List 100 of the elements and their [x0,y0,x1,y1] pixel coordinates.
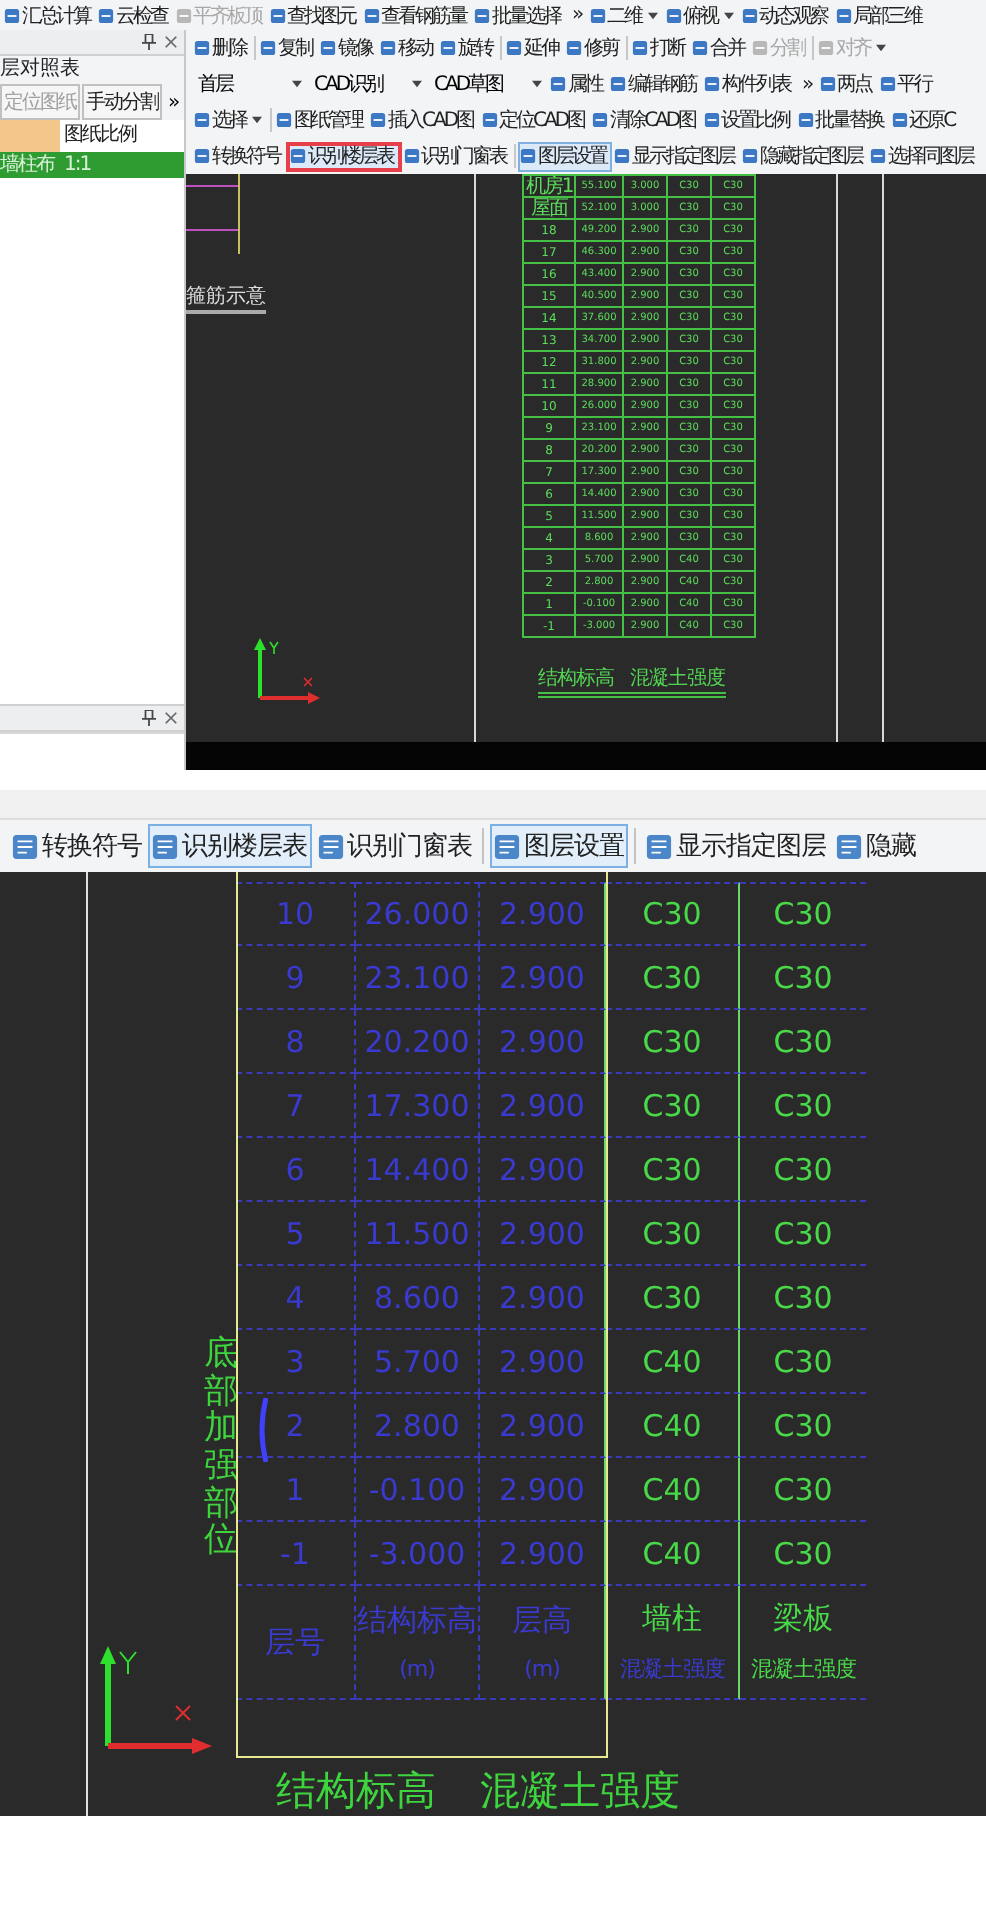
table-cell: 2.900 [480,1394,606,1458]
square-icon [566,40,582,56]
square-icon [194,40,210,56]
square-icon [403,148,419,164]
square-icon [752,40,768,56]
table-cell: C40 [606,1330,740,1394]
toolbar-button[interactable]: 平行 [877,69,938,99]
toolbar-button[interactable]: 识别门窗表 [401,141,512,171]
toolbar-button[interactable]: 构件列表 [702,69,796,99]
column-header: 结构标高 [357,1602,477,1640]
square-icon [494,833,520,859]
toolbar-button[interactable]: 编辑钢筋 [608,69,702,99]
square-icon [363,7,379,23]
toolbar-button[interactable]: 局部三维 [833,0,928,30]
square-icon [891,112,908,128]
toolbar-button[interactable]: 查找图元 [267,0,361,30]
table-cell: C30 [606,1202,740,1266]
table-cell: 2.900 [480,1010,606,1074]
square-icon [692,40,708,56]
toolbar-button[interactable]: 汇总计算 [2,0,96,30]
toolbar-button[interactable]: 图层设置 [518,141,612,171]
square-icon [380,40,396,56]
toolbar-button[interactable]: 图纸管理 [274,105,368,135]
square-icon [589,7,606,23]
overflow-chevron[interactable]: » [164,91,181,113]
pin-icon[interactable] [142,710,156,726]
toolbar-button[interactable]: 旋转 [438,33,498,63]
column-unit: (m) [524,1656,560,1682]
square-icon [12,833,38,859]
table-cell: -3.000 [356,1522,480,1586]
toolbar-button[interactable]: 属性 [548,69,608,99]
toolbar-button[interactable]: 插入CAD图 [368,105,480,135]
table-cell: 2.900 [480,1138,606,1202]
square-icon [797,112,814,128]
square-icon [703,112,720,128]
table-cell: 8.600 [356,1266,480,1330]
toolbar-button[interactable]: 查看钢筋量 [361,0,472,30]
pin-icon[interactable] [142,34,156,50]
toolbar-button[interactable]: 俯视 [663,0,740,30]
toolbar-button[interactable]: 删除 [192,33,252,63]
table-cell: -0.100 [356,1458,480,1522]
table-cell: C30 [740,1458,866,1522]
toolbar-button[interactable]: 选择同图层 [868,141,979,171]
toolbar-button[interactable]: 转换符号 [8,824,146,868]
drawing-label: 箍筋示意 [186,282,266,314]
close-icon[interactable] [164,710,178,726]
toolbar-button[interactable]: 识别门窗表 [313,824,476,868]
table-cell: 2 [236,1394,356,1458]
toolbar-button[interactable]: 隐藏指定图层 [740,141,868,171]
toolbar-button[interactable]: 镜像 [318,33,378,63]
table-cell: 2.900 [480,1458,606,1522]
toolbar-button[interactable]: 移动 [378,33,438,63]
axis-indicator-icon [252,634,324,706]
column-unit: 混凝土强度 [619,1654,725,1684]
toolbar-button[interactable]: 批量选择 [472,0,566,30]
toolbar-button[interactable]: 显示指定图层 [642,824,830,868]
toolbar-button[interactable]: 识别楼层表 [286,141,401,171]
table-cell: 17.300 [356,1074,480,1138]
column-unit: (m) [399,1656,435,1682]
overflow-chevron[interactable]: » [796,73,818,95]
square-icon [835,7,852,23]
table-cell: C30 [740,1138,866,1202]
table-cell: C30 [606,1010,740,1074]
panel-button[interactable]: 手动分割 [82,84,162,120]
square-icon [742,148,758,164]
close-icon[interactable] [164,34,178,50]
toolbar-button[interactable]: 转换符号 [192,141,286,171]
toolbar-button[interactable]: 两点 [817,69,878,99]
table-cell: 5.700 [356,1330,480,1394]
toolbar-button[interactable]: 识别楼层表 [148,824,311,868]
toolbar-button[interactable]: 动态观察 [739,0,834,30]
table-cell: 2.900 [480,1522,606,1586]
table-cell: C30 [740,882,866,946]
table-caption: 混凝土强度 [480,1764,680,1816]
toolbar-button[interactable]: 打断 [630,33,690,63]
table-cell: 1 [236,1458,356,1522]
toolbar-button[interactable]: 云检查 [96,0,173,30]
column-unit: 混凝土强度 [750,1654,856,1684]
toolbar-button[interactable]: 批量替换 [795,105,890,135]
toolbar-button[interactable]: 显示指定图层 [612,141,740,171]
toolbar-button[interactable]: 延伸 [504,33,564,63]
toolbar-button[interactable]: 合并 [690,33,750,63]
toolbar-button[interactable]: 二维 [587,0,664,30]
square-icon [819,76,836,92]
toolbar-button[interactable]: 定位CAD图 [479,105,591,135]
toolbar-button[interactable]: 还原C [889,105,961,135]
toolbar-button[interactable]: 选择 [192,105,268,135]
square-icon [194,112,210,128]
table-cell: 20.200 [356,1010,480,1074]
table-cell: C30 [740,1010,866,1074]
toolbar-button[interactable]: 隐藏 [832,824,920,868]
toolbar-button[interactable]: 清除CAD图 [590,105,702,135]
toolbar-button[interactable]: 修剪 [564,33,624,63]
square-icon [836,833,862,859]
toolbar-button[interactable]: 图层设置 [490,824,628,868]
toolbar-button[interactable]: 设置比例 [701,105,796,135]
overflow-chevron[interactable]: » [566,4,588,26]
toolbar-button[interactable]: 复制 [258,33,318,63]
header-cell [0,120,60,152]
column-header: 梁板 [773,1600,833,1638]
